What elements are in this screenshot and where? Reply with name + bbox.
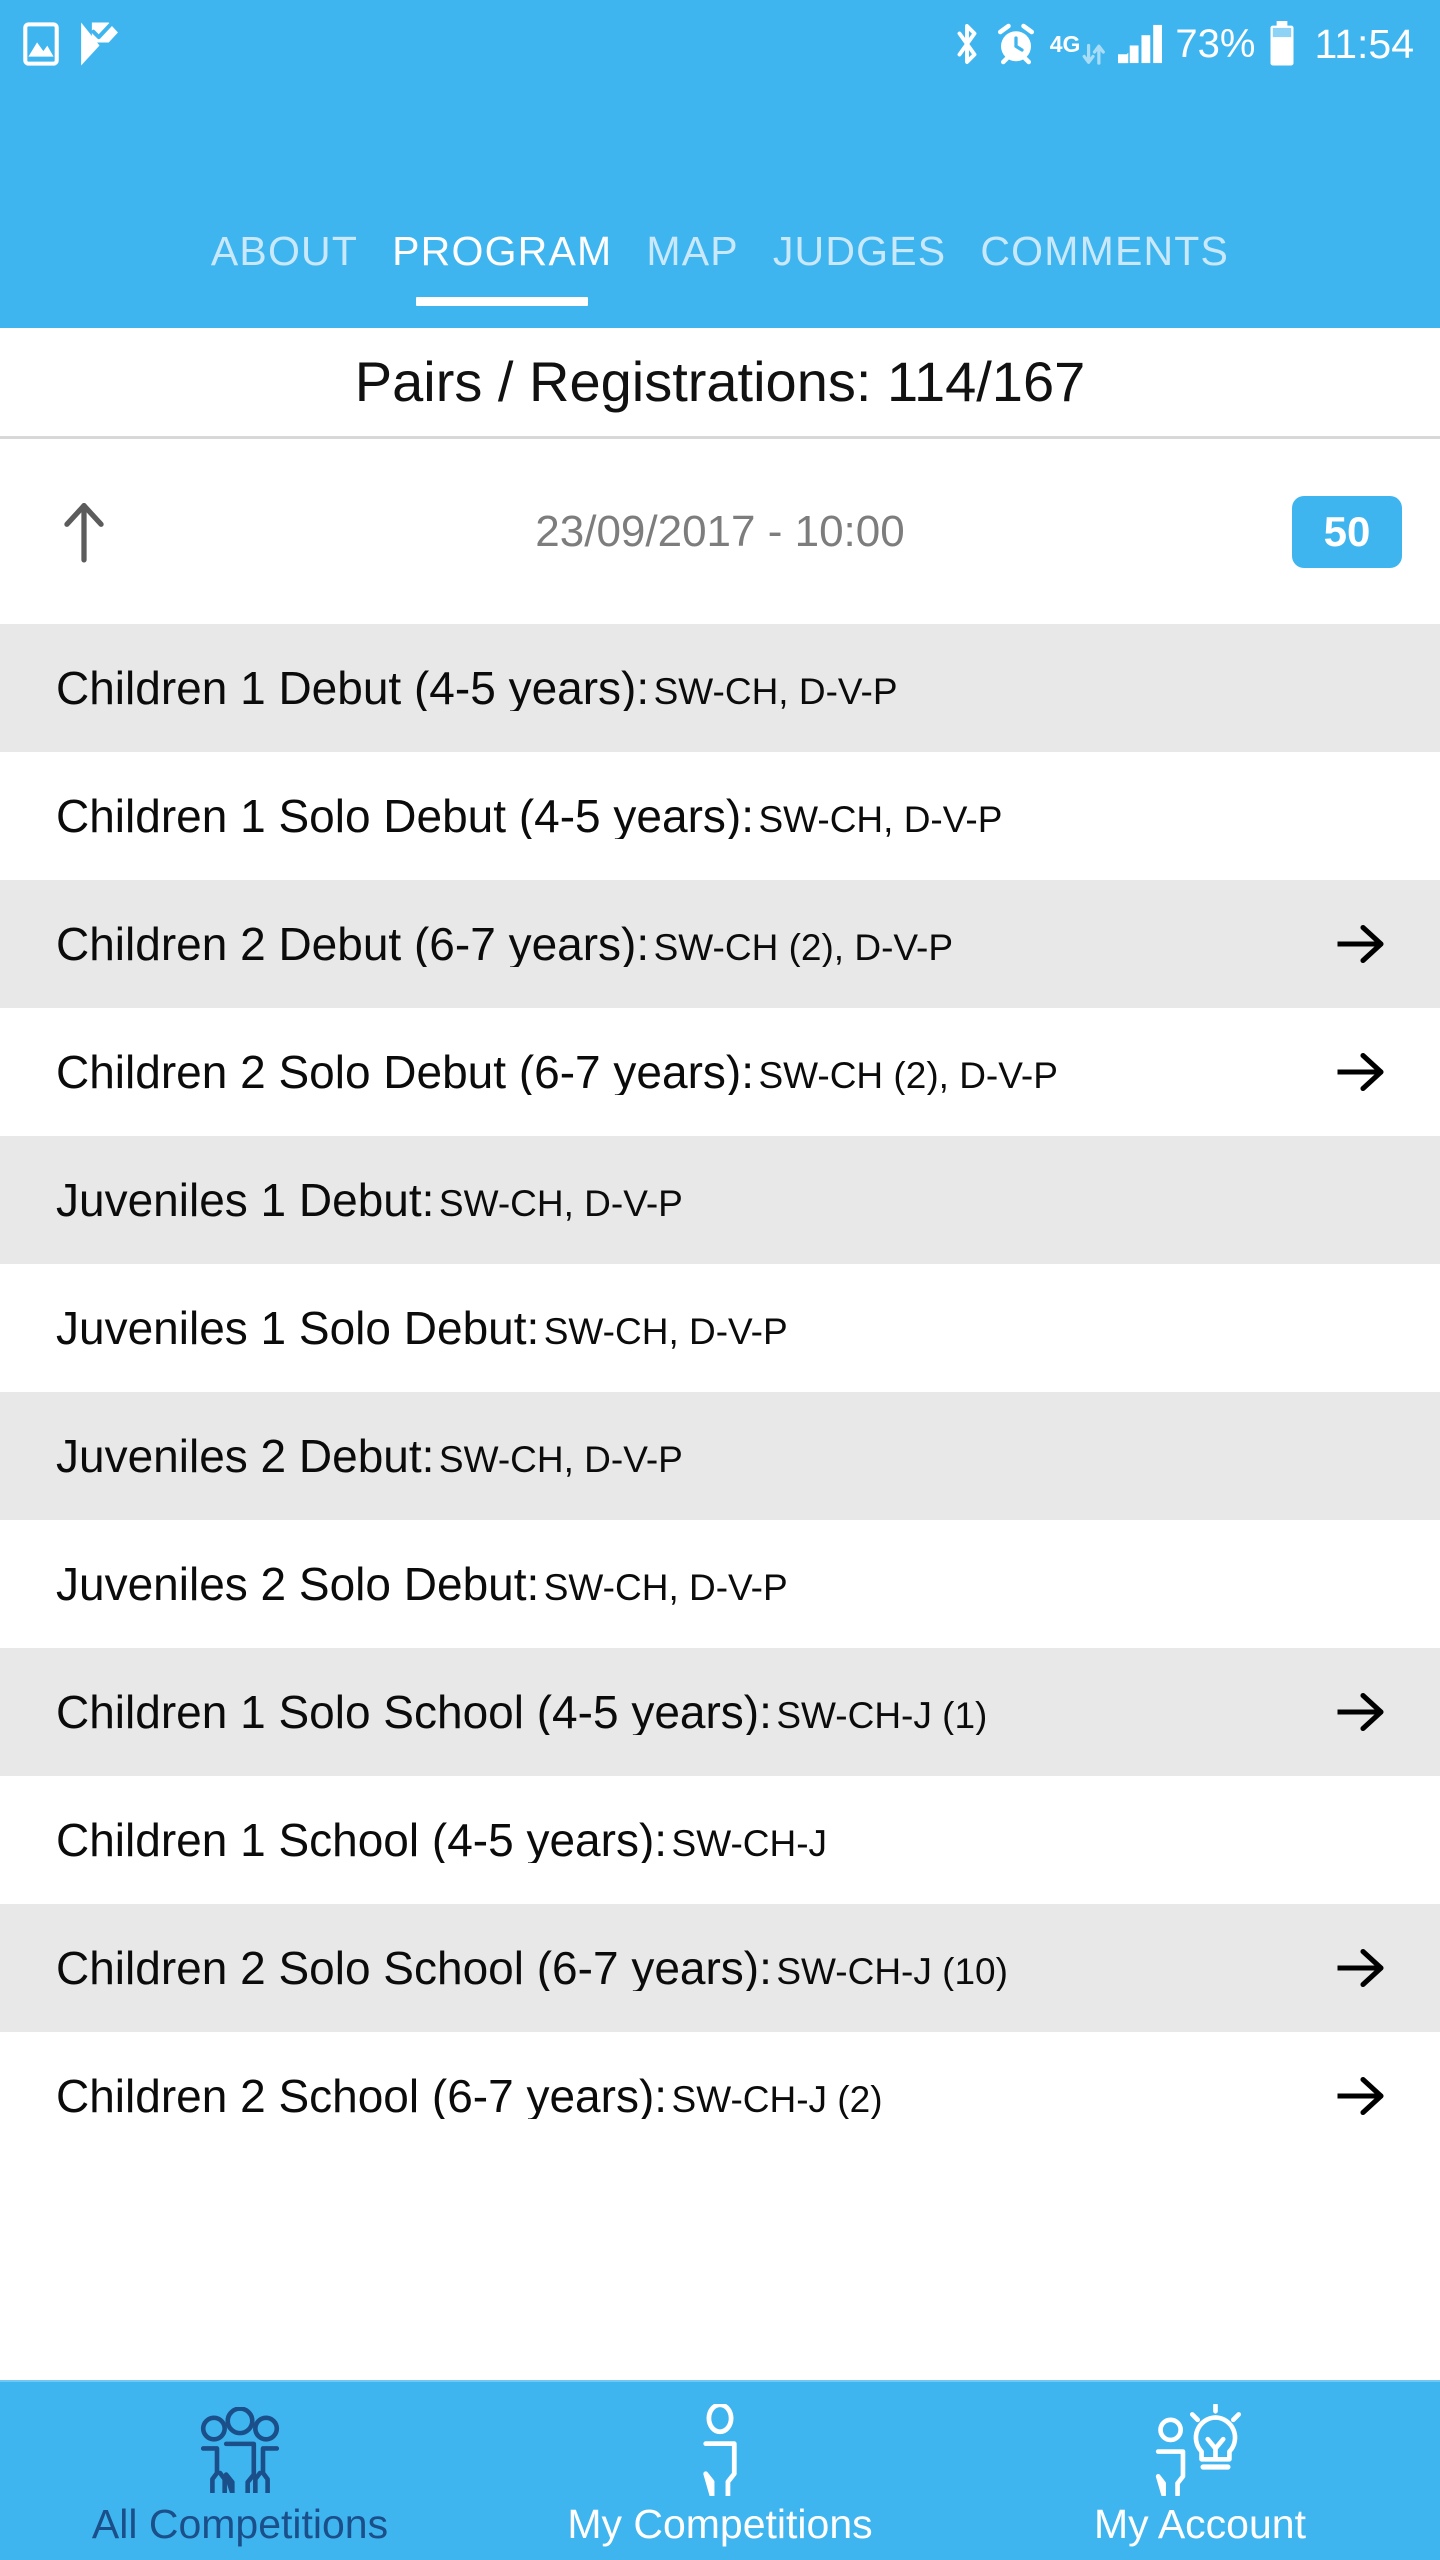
program-row-text: Children 1 Solo Debut (4-5 years): SW-CH… — [56, 793, 1314, 839]
program-row-codes: SW-CH, D-V-P — [543, 1567, 788, 1607]
table-row[interactable]: Children 2 School (6-7 years): SW-CH-J (… — [0, 2032, 1440, 2160]
checkmark-flag-icon — [78, 21, 118, 67]
program-row-text: Juveniles 2 Solo Debut: SW-CH, D-V-P — [56, 1561, 1314, 1607]
tab-judges-label: JUDGES — [772, 228, 947, 274]
clock-label: 11:54 — [1314, 20, 1414, 67]
program-row-codes: SW-CH, D-V-P — [653, 671, 898, 711]
program-row-title: Children 2 Solo Debut (6-7 years): — [56, 1049, 754, 1095]
nav-my-account-label: My Account — [1094, 2500, 1306, 2547]
program-row-title: Children 1 School (4-5 years): — [56, 1817, 668, 1863]
program-row-title: Children 1 Solo Debut (4-5 years): — [56, 793, 754, 839]
program-row-text: Juveniles 1 Debut: SW-CH, D-V-P — [56, 1177, 1314, 1223]
arrow-right-icon[interactable] — [1314, 1944, 1406, 1992]
battery-percent-label: 73% — [1175, 22, 1256, 66]
arrow-right-icon[interactable] — [1314, 1048, 1406, 1096]
program-row-title: Juveniles 2 Solo Debut: — [56, 1561, 540, 1607]
program-row-text: Juveniles 2 Debut: SW-CH, D-V-P — [56, 1433, 1314, 1479]
status-bar-right-icons: 4G 73% 11:54 — [952, 21, 1414, 67]
program-row-codes: SW-CH (2), D-V-P — [653, 927, 954, 967]
program-row-codes: SW-CH-J (1) — [776, 1695, 988, 1735]
network-type-label: 4G — [1049, 30, 1081, 57]
bottom-navigation-bar: All Competitions My Competitions My Acco… — [0, 2380, 1440, 2560]
alarm-icon — [995, 22, 1037, 66]
program-row-codes: SW-CH, D-V-P — [438, 1183, 683, 1223]
program-row-text: Children 2 Solo School (6-7 years): SW-C… — [56, 1945, 1314, 1991]
table-row[interactable]: Children 2 Solo School (6-7 years): SW-C… — [0, 1904, 1440, 2032]
program-row-codes: SW-CH, D-V-P — [438, 1439, 683, 1479]
tab-program-label: PROGRAM — [392, 228, 613, 274]
program-row-codes: SW-CH-J (2) — [671, 2079, 883, 2119]
program-row-text: Juveniles 1 Solo Debut: SW-CH, D-V-P — [56, 1305, 1314, 1351]
program-row-title: Children 2 School (6-7 years): — [56, 2073, 668, 2119]
table-row[interactable]: Children 2 Debut (6-7 years): SW-CH (2),… — [0, 880, 1440, 1008]
image-icon — [22, 22, 60, 66]
status-bar: 4G 73% 11:54 — [0, 0, 1440, 88]
tab-program[interactable]: PROGRAM — [375, 231, 629, 328]
tab-comments[interactable]: COMMENTS — [963, 231, 1246, 328]
tab-map-label: MAP — [646, 228, 739, 274]
page-title-area: Pairs / Registrations: 114/167 — [0, 328, 1440, 436]
tab-judges[interactable]: JUDGES — [756, 231, 964, 328]
bluetooth-icon — [952, 21, 982, 67]
group-people-icon — [194, 2404, 286, 2496]
tab-list: ABOUT PROGRAM MAP JUDGES COMMENTS — [0, 231, 1440, 328]
battery-icon — [1268, 21, 1296, 67]
page-title: Pairs / Registrations: 114/167 — [354, 350, 1086, 413]
arrow-right-icon[interactable] — [1314, 2072, 1406, 2120]
arrow-right-icon[interactable] — [1314, 920, 1406, 968]
program-row-title: Children 2 Solo School (6-7 years): — [56, 1945, 772, 1991]
program-row-text: Children 2 Solo Debut (6-7 years): SW-CH… — [56, 1049, 1314, 1095]
program-row-text: Children 1 Debut (4-5 years): SW-CH, D-V… — [56, 665, 1314, 711]
arrow-right-icon[interactable] — [1314, 1688, 1406, 1736]
program-row-codes: SW-CH (2), D-V-P — [758, 1055, 1058, 1095]
table-row[interactable]: Children 1 Solo Debut (4-5 years): SW-CH… — [0, 752, 1440, 880]
top-tab-bar: ABOUT PROGRAM MAP JUDGES COMMENTS — [0, 88, 1440, 328]
program-row-text: Children 2 Debut (6-7 years): SW-CH (2),… — [56, 921, 1314, 967]
arrow-up-icon[interactable] — [54, 496, 114, 568]
program-row-codes: SW-CH, D-V-P — [758, 799, 1003, 839]
table-row[interactable]: Children 1 Solo School (4-5 years): SW-C… — [0, 1648, 1440, 1776]
tab-about[interactable]: ABOUT — [194, 231, 375, 328]
table-row[interactable]: Children 1 School (4-5 years): SW-CH-J — [0, 1776, 1440, 1904]
nav-my-competitions-label: My Competitions — [567, 2500, 873, 2547]
person-lightbulb-icon — [1152, 2403, 1248, 2496]
program-row-title: Children 1 Debut (4-5 years): — [56, 665, 650, 711]
table-row[interactable]: Juveniles 2 Debut: SW-CH, D-V-P — [0, 1392, 1440, 1520]
app-screen: 4G 73% 11:54 ABOUT PROGRAM MAP JUDGES CO… — [0, 0, 1440, 2560]
session-count-badge[interactable]: 50 — [1292, 495, 1402, 568]
program-row-text: Children 2 School (6-7 years): SW-CH-J (… — [56, 2073, 1314, 2119]
nav-my-competitions[interactable]: My Competitions — [480, 2382, 960, 2560]
program-row-codes: SW-CH-J — [671, 1823, 828, 1863]
table-row[interactable]: Children 1 Debut (4-5 years): SW-CH, D-V… — [0, 624, 1440, 752]
tab-about-label: ABOUT — [210, 228, 359, 274]
table-row[interactable]: Children 2 Solo Debut (6-7 years): SW-CH… — [0, 1008, 1440, 1136]
4g-data-icon: 4G — [1050, 22, 1106, 66]
person-icon — [693, 2403, 747, 2496]
program-row-codes: SW-CH, D-V-P — [543, 1311, 788, 1351]
program-row-title: Juveniles 1 Solo Debut: — [56, 1305, 540, 1351]
program-row-title: Juveniles 1 Debut: — [56, 1177, 435, 1223]
status-bar-left-icons — [22, 21, 118, 67]
tab-map[interactable]: MAP — [629, 231, 755, 328]
table-row[interactable]: Juveniles 1 Debut: SW-CH, D-V-P — [0, 1136, 1440, 1264]
nav-all-competitions-label: All Competitions — [91, 2500, 389, 2547]
session-header-row[interactable]: 23/09/2017 - 10:00 50 — [0, 439, 1440, 624]
nav-all-competitions[interactable]: All Competitions — [0, 2382, 480, 2560]
program-list: Children 1 Debut (4-5 years): SW-CH, D-V… — [0, 624, 1440, 2380]
signal-bars-icon — [1118, 23, 1163, 65]
active-tab-indicator — [416, 297, 589, 306]
session-datetime: 23/09/2017 - 10:00 — [535, 506, 905, 556]
tab-comments-label: COMMENTS — [980, 228, 1230, 274]
program-row-title: Children 1 Solo School (4-5 years): — [56, 1689, 772, 1735]
table-row[interactable]: Juveniles 1 Solo Debut: SW-CH, D-V-P — [0, 1264, 1440, 1392]
program-row-text: Children 1 Solo School (4-5 years): SW-C… — [56, 1689, 1314, 1735]
program-row-title: Children 2 Debut (6-7 years): — [56, 921, 650, 967]
program-row-title: Juveniles 2 Debut: — [56, 1433, 435, 1479]
program-row-codes: SW-CH-J (10) — [776, 1951, 1008, 1991]
program-row-text: Children 1 School (4-5 years): SW-CH-J — [56, 1817, 1314, 1863]
nav-my-account[interactable]: My Account — [960, 2382, 1440, 2560]
table-row[interactable]: Juveniles 2 Solo Debut: SW-CH, D-V-P — [0, 1520, 1440, 1648]
